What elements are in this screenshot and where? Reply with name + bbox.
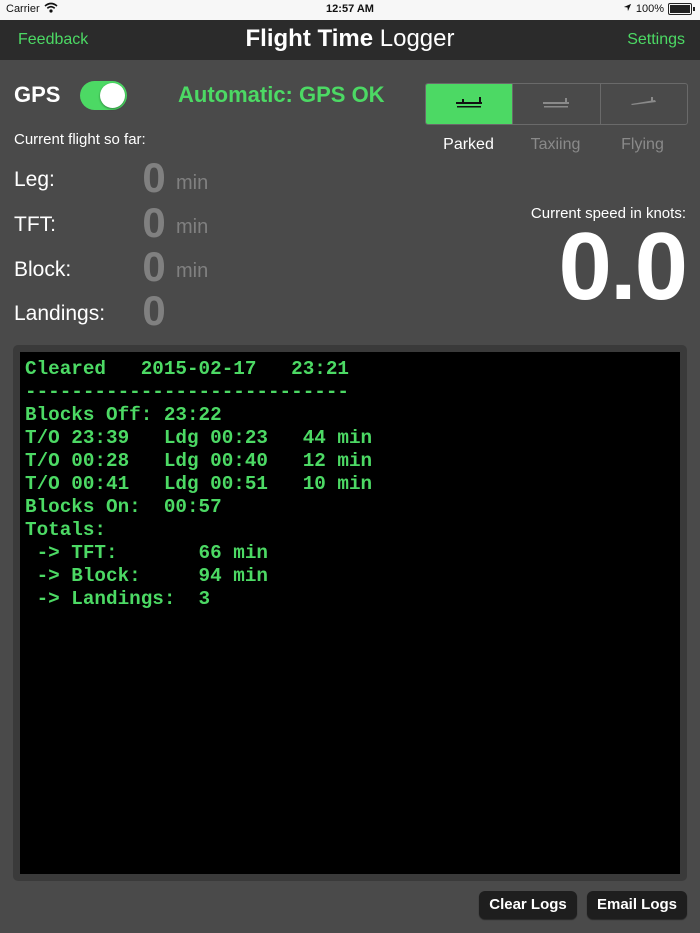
title-light: Logger [379,25,455,52]
flight-state-labels: Parked Taxiing Flying [425,136,686,154]
gps-label: GPS [14,82,61,107]
current-flight-title: Current flight so far: [14,131,146,148]
battery-icon [668,3,695,15]
flying-segment[interactable] [599,84,687,124]
leg-label: Leg: [14,168,55,191]
leg-value: 0 [142,154,166,201]
page-title: Flight Time Logger [0,25,700,53]
log-line: ---------------------------- [25,381,349,403]
tft-label: TFT: [14,213,56,236]
settings-button[interactable]: Settings [627,31,685,49]
tft-unit: min [176,216,209,238]
clear-logs-button[interactable]: Clear Logs [479,891,577,919]
block-value: 0 [142,243,166,290]
parked-segment[interactable] [426,84,513,124]
log-line: Cleared 2015-02-17 23:21 [25,358,349,380]
taxiing-label[interactable]: Taxiing [512,136,599,154]
log-line: Blocks Off: 23:22 [25,404,222,426]
log-line: T/O 00:28 Ldg 00:40 12 min [25,450,373,472]
flight-log[interactable]: Cleared 2015-02-17 23:21 ---------------… [20,352,680,874]
tft-value: 0 [142,199,166,246]
battery-percent: 100% [635,3,664,15]
block-unit: min [176,260,209,282]
log-line: -> Landings: 3 [25,588,211,610]
email-logs-button[interactable]: Email Logs [587,891,687,919]
log-line: T/O 00:41 Ldg 00:51 10 min [25,473,373,495]
log-line: Blocks On: 00:57 [25,496,222,518]
speed-value: 0.0 [558,213,688,320]
taxiing-segment[interactable] [512,84,599,124]
log-line: Totals: [25,519,106,541]
log-line: -> Block: 94 min [25,565,268,587]
log-line: T/O 23:39 Ldg 00:23 44 min [25,427,373,449]
landings-value: 0 [142,287,166,334]
status-time: 12:57 AM [326,3,374,15]
parked-plane-icon [454,95,484,114]
gps-status: Automatic: GPS OK [178,82,385,107]
nav-bar: Feedback Flight Time Logger Settings [0,20,700,60]
parked-label[interactable]: Parked [425,136,512,154]
landings-label: Landings: [14,302,106,325]
taxiing-plane-icon [541,95,571,114]
status-bar: Carrier 12:57 AM 100% [0,0,700,20]
title-bold: Flight Time [245,25,374,52]
block-label: Block: [14,258,72,281]
location-arrow-icon [623,3,632,15]
log-line: -> TFT: 66 min [25,542,268,564]
toggle-knob [100,83,125,108]
flying-label[interactable]: Flying [599,136,686,154]
flying-plane-icon [629,95,659,114]
leg-unit: min [176,172,209,194]
flight-state-selector [425,83,688,125]
gps-toggle[interactable] [80,81,127,110]
